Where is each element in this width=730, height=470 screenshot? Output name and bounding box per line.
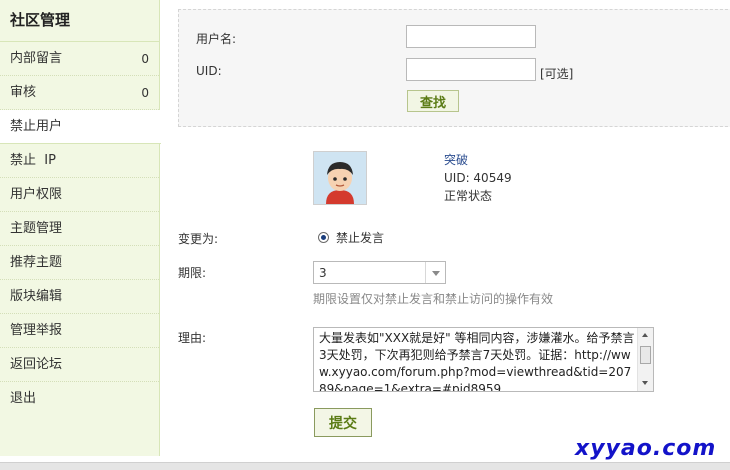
user-info: 突破 UID: 40549 正常状态 (444, 151, 512, 205)
sidebar-item-label: 禁止 IP (10, 153, 56, 168)
user-name-link[interactable]: 突破 (444, 151, 512, 169)
sidebar-item-label: 主题管理 (10, 221, 63, 236)
user-status: 正常状态 (444, 189, 493, 203)
sidebar-item-label: 内部留言 (10, 51, 63, 66)
ban-speech-radio-label[interactable]: 禁止发言 (336, 229, 384, 246)
uid-label: UID: (196, 64, 222, 78)
sidebar-item-label: 退出 (10, 391, 37, 406)
sidebar-item-recommend-thread[interactable]: 推荐主题 (0, 246, 159, 280)
sidebar-item-moderation[interactable]: 审核 0 (0, 76, 159, 110)
sidebar-item-label: 推荐主题 (10, 255, 63, 270)
sidebar-item-back-to-forum[interactable]: 返回论坛 (0, 348, 159, 382)
reason-text: 大量发表如"XXX就是好" 等相同内容，涉嫌灌水。给予禁言3天处罚，下次再犯则给… (319, 331, 635, 392)
period-select-value: 3 (319, 266, 327, 280)
reason-scrollbar[interactable] (637, 328, 653, 391)
sidebar-item-logout[interactable]: 退出 (0, 382, 159, 416)
user-uid: UID: 40549 (444, 171, 512, 185)
period-hint: 期限设置仅对禁止发言和禁止访问的操作有效 (313, 292, 554, 306)
user-avatar (313, 151, 367, 205)
sidebar-item-ban-user[interactable]: 禁止用户 (0, 110, 161, 144)
sidebar: 社区管理 内部留言 0 审核 0 禁止用户 禁止 IP 用户权限 主题管理 推荐… (0, 0, 161, 456)
find-button[interactable]: 查找 (407, 90, 459, 112)
username-label: 用户名: (196, 32, 237, 46)
sidebar-item-label: 用户权限 (10, 187, 63, 202)
cartoon-avatar-icon (314, 152, 366, 204)
scroll-thumb[interactable] (640, 346, 651, 364)
scroll-up-icon[interactable] (642, 333, 648, 337)
bottom-bar (0, 462, 730, 470)
uid-input[interactable] (406, 58, 536, 81)
chevron-down-icon[interactable] (425, 262, 445, 283)
submit-button[interactable]: 提交 (314, 408, 372, 437)
sidebar-item-label: 版块编辑 (10, 289, 63, 304)
username-input[interactable] (406, 25, 536, 48)
sidebar-item-label: 审核 (10, 85, 37, 100)
sidebar-item-label: 禁止用户 (10, 119, 63, 134)
sidebar-item-count: 0 (141, 52, 149, 66)
change-to-label: 变更为: (178, 232, 219, 246)
scroll-down-icon[interactable] (642, 381, 648, 385)
sidebar-item-forum-edit[interactable]: 版块编辑 (0, 280, 159, 314)
sidebar-item-messages[interactable]: 内部留言 0 (0, 42, 159, 76)
sidebar-item-count: 0 (141, 86, 149, 100)
period-label: 期限: (178, 266, 207, 280)
search-panel: 用户名: UID: [可选] 查找 (178, 9, 730, 127)
sidebar-item-thread-management[interactable]: 主题管理 (0, 212, 159, 246)
sidebar-item-label: 管理举报 (10, 323, 63, 338)
reason-textarea[interactable]: 大量发表如"XXX就是好" 等相同内容，涉嫌灌水。给予禁言3天处罚，下次再犯则给… (313, 327, 654, 392)
reason-label: 理由: (178, 331, 207, 345)
sidebar-item-ban-ip[interactable]: 禁止 IP (0, 144, 159, 178)
sidebar-title: 社区管理 (0, 0, 159, 42)
optional-note: [可选] (540, 67, 574, 81)
watermark-logo: xyyao.com (575, 436, 717, 461)
period-select[interactable]: 3 (313, 261, 446, 284)
sidebar-item-user-permissions[interactable]: 用户权限 (0, 178, 159, 212)
sidebar-item-reports[interactable]: 管理举报 (0, 314, 159, 348)
sidebar-item-label: 返回论坛 (10, 357, 63, 372)
ban-speech-radio[interactable] (318, 232, 329, 243)
